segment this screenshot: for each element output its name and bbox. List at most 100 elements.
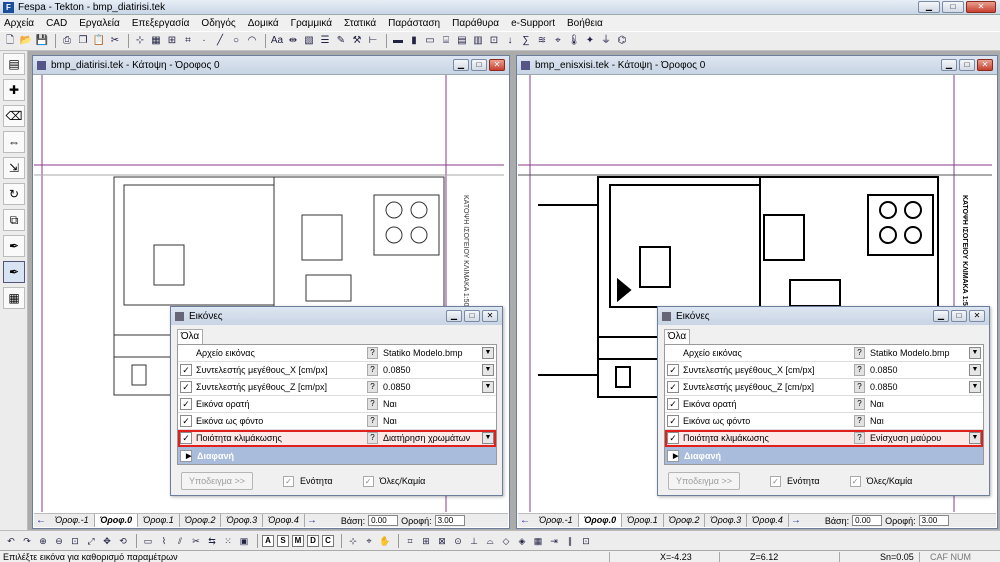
eraser-icon[interactable]: ⌫: [3, 105, 25, 127]
chevron-down-icon[interactable]: ▼: [969, 432, 981, 444]
row-value[interactable]: Διατήρηση χρωμάτων: [381, 433, 482, 443]
left-tab-floor-0[interactable]: Όροφ.0: [94, 514, 139, 527]
row-value[interactable]: Ναι: [381, 416, 496, 426]
mode-a-button[interactable]: A: [262, 534, 274, 547]
ortho-icon[interactable]: ⊞: [165, 34, 179, 48]
snap-grid-icon[interactable]: ▦: [531, 534, 545, 548]
left-close-button[interactable]: ✕: [489, 59, 505, 71]
help-icon[interactable]: ?: [367, 432, 378, 444]
slab-icon[interactable]: ▭: [423, 34, 437, 48]
snap-intersection-icon[interactable]: ⊠: [435, 534, 449, 548]
redo-icon[interactable]: ↷: [20, 534, 34, 548]
left-row-image-file[interactable]: Αρχείο εικόνας ? Statiko Modelo.bmp ▼: [178, 345, 496, 362]
help-icon[interactable]: ?: [367, 398, 378, 410]
snap-parallel-icon[interactable]: ∥: [563, 534, 577, 548]
image-properties-icon[interactable]: ▦: [3, 287, 25, 309]
hand-icon[interactable]: ✋: [378, 534, 392, 548]
row-value[interactable]: Ναι: [868, 416, 983, 426]
expand-arrow-icon[interactable]: ▶: [667, 449, 679, 462]
right-base-input[interactable]: 0.00: [852, 515, 883, 526]
right-row-scale-x[interactable]: ✓ Συντελεστής μεγέθους_X [cm/px] ? 0.085…: [665, 362, 983, 379]
left-dialog-maximize-button[interactable]: □: [464, 310, 480, 322]
left-dialog-close-button[interactable]: ✕: [482, 310, 498, 322]
left-prev-floor-icon[interactable]: ←: [34, 514, 48, 528]
mode-m-button[interactable]: M: [292, 534, 304, 547]
left-row-image-background[interactable]: ✓ Εικόνα ως φόντο ? Ναι: [178, 413, 496, 430]
mirror-icon[interactable]: ⇆: [205, 534, 219, 548]
offset-icon[interactable]: ⫽: [173, 534, 187, 548]
beam-icon[interactable]: ▬: [391, 34, 405, 48]
help-icon[interactable]: ?: [854, 347, 865, 359]
left-roof-input[interactable]: 3.00: [434, 515, 465, 526]
column-icon[interactable]: ▮: [407, 34, 421, 48]
left-row-scale-x[interactable]: ✓ Συντελεστής μεγέθους_X [cm/px] ? 0.085…: [178, 362, 496, 379]
undo-icon[interactable]: ↶: [4, 534, 18, 548]
left-minimize-button[interactable]: ▁: [453, 59, 469, 71]
snap-extension-icon[interactable]: ⇥: [547, 534, 561, 548]
row-checkbox[interactable]: [180, 347, 192, 359]
right-dialog-maximize-button[interactable]: □: [951, 310, 967, 322]
right-tab-floor-0[interactable]: Όροφ.0: [578, 514, 623, 527]
right-row-image-file[interactable]: Αρχείο εικόνας ? Statiko Modelo.bmp ▼: [665, 345, 983, 362]
left-all-none-checkbox[interactable]: ✓ Όλες/Καμία: [362, 475, 425, 487]
ground-icon[interactable]: ⏚: [599, 34, 613, 48]
left-tab-floor-2[interactable]: Όροφ.2: [180, 514, 222, 527]
grid-icon[interactable]: ▦: [149, 34, 163, 48]
trim-icon[interactable]: ✂: [189, 534, 203, 548]
arc-icon[interactable]: ◠: [245, 34, 259, 48]
pan-icon[interactable]: ✥: [100, 534, 114, 548]
right-tab-floor-2[interactable]: Όροφ.2: [664, 514, 706, 527]
row-checkbox[interactable]: ✓: [180, 381, 192, 393]
snap-icon[interactable]: ⊹: [133, 34, 147, 48]
zoom-window-icon[interactable]: ⊡: [68, 534, 82, 548]
cut-icon[interactable]: ✂: [108, 34, 122, 48]
menu-item-view[interactable]: Παράσταση: [388, 18, 440, 29]
save-icon[interactable]: 💾: [35, 34, 49, 48]
snap-endpoint-icon[interactable]: ⌗: [403, 534, 417, 548]
zoom-extents-icon[interactable]: ⤢: [84, 534, 98, 548]
chevron-down-icon[interactable]: ▼: [482, 432, 494, 444]
hatch-icon[interactable]: ▧: [302, 34, 316, 48]
tools-icon[interactable]: ⚒: [350, 34, 364, 48]
dimension-icon[interactable]: ⇹: [286, 34, 300, 48]
chevron-down-icon[interactable]: ▼: [969, 347, 981, 359]
mode-c-button[interactable]: C: [322, 534, 334, 547]
row-checkbox[interactable]: ✓: [180, 398, 192, 410]
osnap-icon[interactable]: ⌗: [181, 34, 195, 48]
light-icon[interactable]: ✦: [583, 34, 597, 48]
help-icon[interactable]: ?: [854, 415, 865, 427]
node-icon[interactable]: ⊹: [346, 534, 360, 548]
row-checkbox[interactable]: [667, 347, 679, 359]
left-base-input[interactable]: 0.00: [368, 515, 399, 526]
row-checkbox[interactable]: ✓: [180, 432, 192, 444]
row-checkbox[interactable]: ✓: [667, 381, 679, 393]
right-minimize-button[interactable]: ▁: [941, 59, 957, 71]
zoom-previous-icon[interactable]: ⟲: [116, 534, 130, 548]
snap-perpendicular-icon[interactable]: ⊥: [467, 534, 481, 548]
rectangle-icon[interactable]: ▭: [141, 534, 155, 548]
line-icon[interactable]: ╱: [213, 34, 227, 48]
right-tab-floor-minus1[interactable]: Όροφ.-1: [534, 514, 579, 527]
zoom-out-icon[interactable]: ⊖: [52, 534, 66, 548]
cursor-icon[interactable]: ⌖: [362, 534, 376, 548]
left-tab-floor-1[interactable]: Όροφ.1: [138, 514, 180, 527]
right-sample-button[interactable]: Υποδειγμα >>: [668, 472, 740, 490]
point-icon[interactable]: ·: [197, 34, 211, 48]
row-checkbox[interactable]: ✓: [667, 364, 679, 376]
help-icon[interactable]: ?: [367, 364, 378, 376]
right-close-button[interactable]: ✕: [977, 59, 993, 71]
help-icon[interactable]: ?: [367, 381, 378, 393]
right-tab-floor-4[interactable]: Όροφ.4: [747, 514, 789, 527]
row-value[interactable]: 0.0850: [868, 365, 969, 375]
left-unity-checkbox[interactable]: ✓ Ενότητα: [283, 475, 333, 487]
circle-icon[interactable]: ○: [229, 34, 243, 48]
temperature-icon[interactable]: 🌡: [567, 34, 581, 48]
menu-item-esupport[interactable]: e-Support: [511, 18, 555, 29]
right-row-image-visible[interactable]: ✓ Εικόνα ορατή ? Ναι: [665, 396, 983, 413]
results-icon[interactable]: ≋: [535, 34, 549, 48]
left-dialog-minimize-button[interactable]: ▁: [446, 310, 462, 322]
chevron-down-icon[interactable]: ▼: [482, 364, 494, 376]
row-checkbox[interactable]: ✓: [180, 364, 192, 376]
array-icon[interactable]: ⁙: [221, 534, 235, 548]
row-value[interactable]: Ναι: [381, 399, 496, 409]
